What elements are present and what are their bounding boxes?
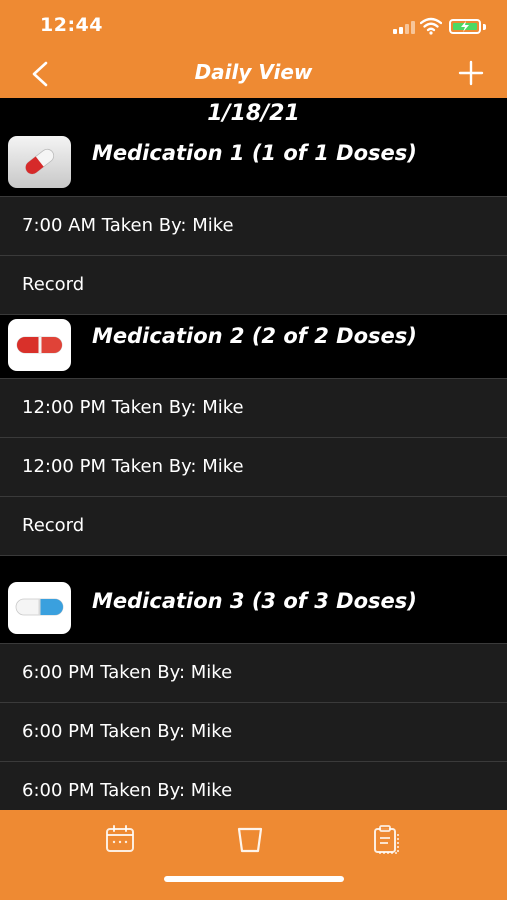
dose-entry[interactable]: 6:00 PM Taken By: Mike [0,761,507,810]
dose-entry[interactable]: 6:00 PM Taken By: Mike [0,643,507,702]
battery-tip [483,24,486,30]
medication-title: Medication 3 (3 of 3 Doses) [92,589,417,613]
header: 12:44 Daily View [0,0,507,98]
dose-entry-text: 6:00 PM Taken By: Mike [22,662,233,683]
dose-entry[interactable]: 12:00 PM Taken By: Mike [0,437,507,496]
medication-title: Medication 2 (2 of 2 Doses) [92,324,417,348]
dose-entry-text: 12:00 PM Taken By: Mike [22,397,244,418]
dose-entry-text: 7:00 AM Taken By: Mike [22,215,234,236]
clipboard-icon[interactable] [370,822,404,856]
dose-entry-text: 6:00 PM Taken By: Mike [22,721,233,742]
date-heading: 1/18/21 [207,101,300,126]
blue-white-capsule-icon [8,582,71,634]
daily-list[interactable]: 1/18/21 Medication 1 (1 of 1 Doses) 7:00… [0,98,507,810]
dose-entry-text: 12:00 PM Taken By: Mike [22,456,244,477]
dose-entry[interactable]: 7:00 AM Taken By: Mike [0,196,507,255]
status-time: 12:44 [40,14,103,36]
medication-header: Medication 1 (1 of 1 Doses) [0,132,507,196]
trash-icon[interactable] [233,822,267,856]
battery-icon [449,19,481,34]
dose-entry[interactable]: 12:00 PM Taken By: Mike [0,378,507,437]
navigation-bar: Daily View [0,50,507,98]
medication-header: Medication 2 (2 of 2 Doses) [0,314,507,378]
medication-header: Medication 3 (3 of 3 Doses) [0,555,507,643]
record-button[interactable]: Record [0,496,507,555]
record-button[interactable]: Record [0,255,507,314]
medication-title: Medication 1 (1 of 1 Doses) [92,141,417,165]
page-title: Daily View [194,60,313,84]
status-bar: 12:44 [0,0,507,50]
red-pill-icon [8,136,71,188]
home-indicator [164,876,344,882]
calendar-icon[interactable] [103,822,137,856]
record-label: Record [22,515,85,536]
wifi-icon [420,17,442,35]
record-label: Record [22,274,85,295]
red-white-capsule-icon [8,319,71,371]
add-icon[interactable] [458,60,484,86]
dose-entry[interactable]: 6:00 PM Taken By: Mike [0,702,507,761]
tab-bar [0,810,507,900]
signal-icon [393,21,417,34]
dose-entry-text: 6:00 PM Taken By: Mike [22,780,233,801]
